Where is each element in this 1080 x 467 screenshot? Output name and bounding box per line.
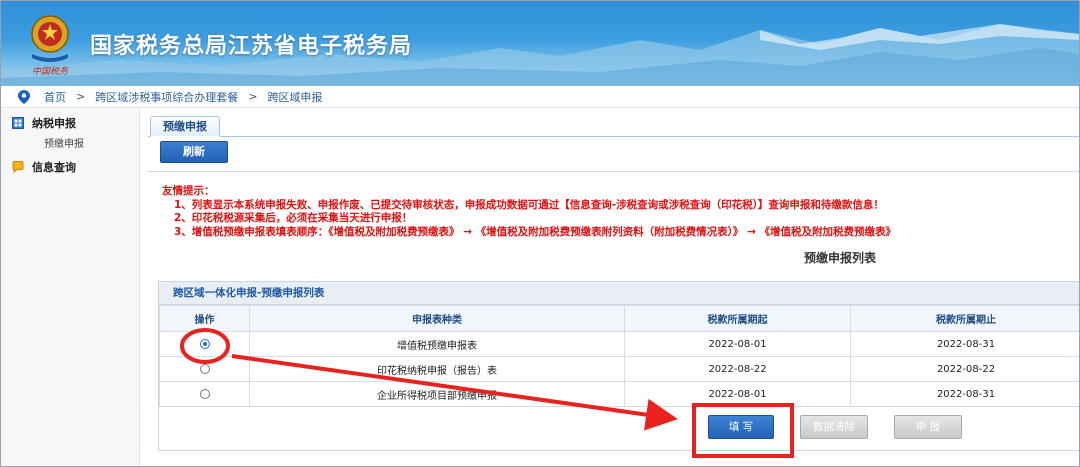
notice-line-3: 3、增值税预缴申报表填表顺序：《增值税及附加税费预缴表》 → 《增值税及附加税费…	[174, 225, 897, 238]
divider	[148, 171, 1080, 172]
breadcrumb-separator: >	[76, 90, 86, 103]
location-pin-icon	[18, 89, 30, 104]
refresh-button[interactable]: 刷新	[160, 141, 228, 163]
tax-emblem-icon: 中国税务	[31, 15, 69, 77]
clear-data-button[interactable]: 数据清除	[800, 415, 868, 439]
panel-title: 跨区域一体化申报-预缴申报列表	[159, 282, 1079, 305]
column-header-action: 操作	[159, 305, 250, 332]
form-type-cell: 印花税纳税申报（报告）表	[249, 356, 625, 382]
row-select-radio[interactable]	[199, 363, 210, 374]
sidebar: 纳税申报 预缴申报 信息查询	[0, 109, 140, 467]
row-select-radio[interactable]	[199, 388, 210, 399]
notice-title: 友情提示：	[162, 185, 215, 197]
grid-icon	[12, 117, 24, 129]
site-header: 中国税务 国家税务总局江苏省电子税务局	[0, 0, 1080, 86]
sidebar-group-tax-filing[interactable]: 纳税申报	[0, 112, 139, 134]
column-header-form-type: 申报表种类	[249, 305, 625, 332]
sidebar-group-label: 纳税申报	[32, 117, 76, 130]
form-type-cell: 企业所得税项目部预缴申报	[249, 381, 625, 407]
period-end-cell: 2022-08-22	[850, 356, 1080, 382]
site-title: 国家税务总局江苏省电子税务局	[90, 34, 413, 59]
tab-prepay-filing[interactable]: 预缴申报	[150, 116, 220, 137]
breadcrumb-package[interactable]: 跨区域涉税事项综合办理套餐	[95, 89, 238, 105]
period-start-cell: 2022-08-01	[624, 331, 851, 357]
filing-table: 操作 申报表种类 税款所属期起 税款所属期止 增值税预缴申报表 2022-08-…	[159, 305, 1080, 407]
notice-line-2: 2、印花税税源采集后，必须在采集当天进行申报！	[174, 212, 413, 224]
table-row[interactable]: 企业所得税项目部预缴申报 2022-08-01 2022-08-31	[159, 381, 1080, 407]
column-header-period-start: 税款所属期起	[624, 305, 851, 332]
sidebar-group-label: 信息查询	[32, 161, 76, 174]
sidebar-item-prepay-filing[interactable]: 预缴申报	[0, 134, 139, 156]
breadcrumb: 首页 > 跨区域涉税事项综合办理套餐 > 跨区域申报	[0, 86, 1080, 108]
table-row[interactable]: 印花税纳税申报（报告）表 2022-08-22 2022-08-22	[159, 356, 1080, 382]
notice-box: 友情提示： 1、列表显示本系统申报失败、申报作废、已提交待审核状态，申报成功数据…	[162, 185, 896, 239]
logo-caption: 中国税务	[32, 66, 69, 77]
table-header-row: 操作 申报表种类 税款所属期起 税款所属期止	[159, 305, 1080, 332]
row-select-radio[interactable]	[199, 338, 210, 349]
breadcrumb-home[interactable]: 首页	[44, 89, 66, 105]
form-type-cell: 增值税预缴申报表	[249, 331, 625, 357]
breadcrumb-separator: >	[248, 90, 258, 103]
row-select-cell	[159, 331, 250, 357]
tab-bar: 预缴申报	[148, 113, 1080, 137]
period-start-cell: 2022-08-01	[624, 381, 851, 407]
column-header-period-end: 税款所属期止	[850, 305, 1080, 332]
notice-line-1: 1、列表显示本系统申报失败、申报作废、已提交待审核状态，申报成功数据可通过【信息…	[174, 198, 884, 211]
submit-filing-button[interactable]: 申 报	[894, 415, 962, 439]
row-select-cell	[159, 381, 250, 407]
main-content: 预缴申报 刷新 友情提示： 1、列表显示本系统申报失败、申报作废、已提交待审核状…	[148, 109, 1080, 467]
row-select-cell	[159, 356, 250, 382]
chat-icon	[12, 161, 24, 173]
period-end-cell: 2022-08-31	[850, 381, 1080, 407]
table-row[interactable]: 增值税预缴申报表 2022-08-01 2022-08-31	[159, 331, 1080, 357]
list-title: 预缴申报列表	[804, 251, 877, 265]
period-end-cell: 2022-08-31	[850, 331, 1080, 357]
period-start-cell: 2022-08-22	[624, 356, 851, 382]
sidebar-group-info-query[interactable]: 信息查询	[0, 156, 139, 178]
breadcrumb-current[interactable]: 跨区域申报	[267, 89, 322, 105]
fill-button[interactable]: 填 写	[708, 415, 774, 439]
